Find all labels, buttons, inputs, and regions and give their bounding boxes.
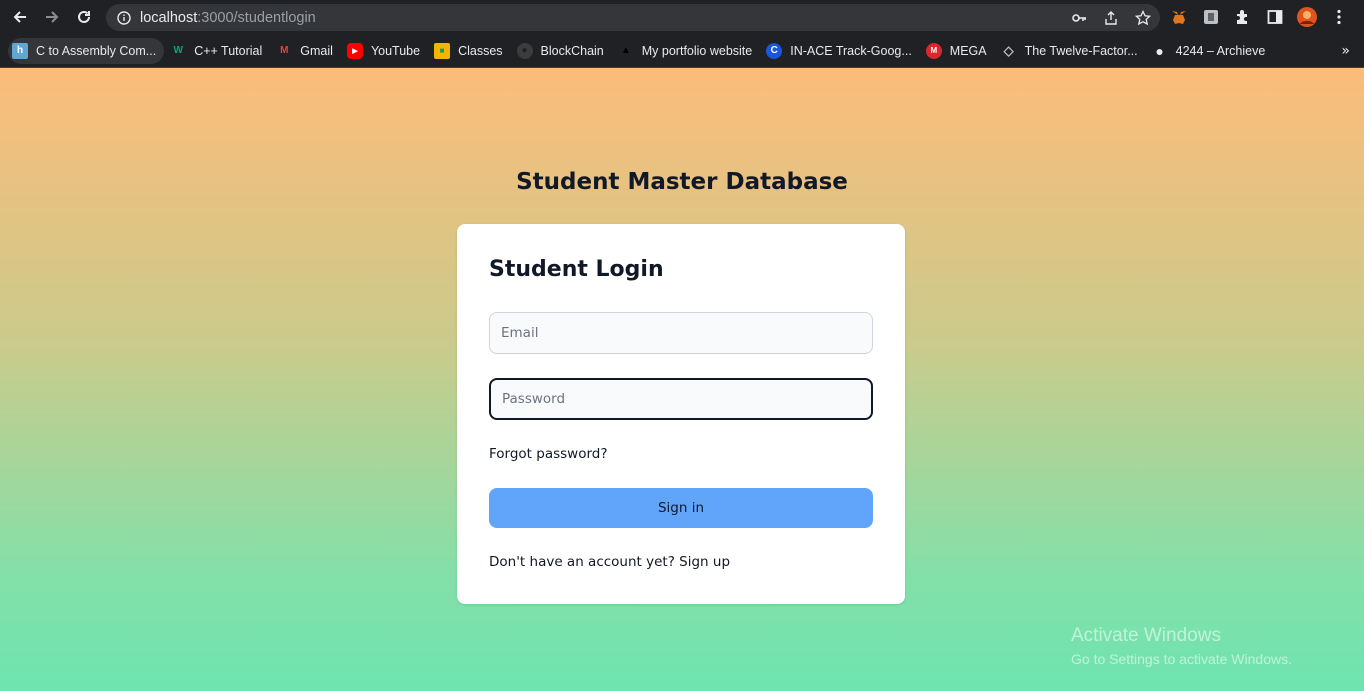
windows-activation-title: Activate Windows	[1071, 625, 1221, 646]
bookmark-mega[interactable]: M MEGA	[922, 38, 995, 64]
youtube-icon: ▶	[346, 42, 363, 59]
bookmark-label: The Twelve-Factor...	[1024, 43, 1138, 58]
bookmark-label: C to Assembly Com...	[36, 43, 157, 58]
bookmark-label: BlockChain	[540, 43, 604, 58]
metamask-extension-icon[interactable]	[1168, 6, 1190, 28]
share-icon[interactable]	[1102, 9, 1120, 27]
more-menu-icon[interactable]	[1328, 6, 1350, 28]
inace-icon: C	[766, 42, 783, 59]
godbolt-icon: h	[12, 42, 28, 59]
email-field[interactable]	[489, 312, 873, 354]
address-bar[interactable]: localhost:3000/studentlogin	[106, 4, 1160, 31]
url-host: localhost	[140, 9, 198, 26]
bookmark-label: C++ Tutorial	[194, 43, 263, 58]
bookmark-youtube[interactable]: ▶ YouTube	[343, 38, 428, 64]
extension-icon[interactable]	[1200, 6, 1222, 28]
bookmark-label: Gmail	[300, 43, 333, 58]
bookmarks-overflow-button[interactable]: »	[1341, 34, 1350, 68]
bookmark-label: MEGA	[949, 43, 987, 58]
forgot-password-link[interactable]: Forgot password?	[489, 446, 608, 462]
mega-icon: M	[925, 42, 942, 59]
signup-prompt-text: Don't have an account yet?	[489, 554, 675, 570]
gmail-icon: M	[280, 45, 289, 56]
sign-in-button[interactable]: Sign in	[489, 488, 873, 528]
bookmark-portfolio[interactable]: ▲ My portfolio website	[614, 38, 760, 64]
bookmark-cpp-tutorial[interactable]: W C++ Tutorial	[166, 38, 270, 64]
site-info-icon[interactable]	[116, 10, 132, 26]
bookmark-classes[interactable]: ■ Classes	[430, 38, 510, 64]
browser-toolbar: localhost:3000/studentlogin	[0, 0, 1364, 34]
signup-prompt: Don't have an account yet? Sign up	[489, 554, 730, 570]
bookmark-4244-archieve[interactable]: ● 4244 – Archieve	[1148, 38, 1274, 64]
bookmark-label: IN-ACE Track-Goog...	[790, 43, 912, 58]
bookmark-label: My portfolio website	[641, 43, 753, 58]
key-icon[interactable]	[1070, 9, 1088, 27]
url-path: :3000/studentlogin	[197, 9, 316, 26]
sign-up-link[interactable]: Sign up	[679, 554, 730, 570]
windows-activation-subtitle: Go to Settings to activate Windows.	[1071, 651, 1292, 667]
bookmark-gmail[interactable]: M Gmail	[272, 38, 341, 64]
star-icon[interactable]	[1134, 9, 1152, 27]
reload-button[interactable]	[68, 0, 100, 34]
twelve-factor-icon: ◇	[1003, 42, 1014, 58]
password-field[interactable]	[489, 378, 873, 420]
bookmark-twelve-factor[interactable]: ◇ The Twelve-Factor...	[997, 38, 1146, 64]
classroom-icon: ■	[434, 42, 451, 59]
w3-tutorial-icon: W	[173, 45, 183, 56]
bookmarks-bar: h C to Assembly Com... W C++ Tutorial M …	[0, 34, 1364, 68]
bookmark-label: Classes	[458, 43, 503, 58]
forward-button[interactable]	[36, 0, 68, 34]
globe-icon: ●	[1155, 42, 1164, 59]
side-panel-icon[interactable]	[1264, 6, 1286, 28]
profile-avatar-icon[interactable]	[1296, 6, 1318, 28]
portfolio-icon: ▲	[620, 45, 631, 56]
github-icon: ●	[516, 42, 533, 59]
bookmark-label: 4244 – Archieve	[1175, 43, 1266, 58]
page-title: Student Master Database	[516, 169, 848, 195]
bookmark-blockchain[interactable]: ● BlockChain	[513, 38, 612, 64]
bookmark-label: YouTube	[370, 43, 421, 58]
login-card: Student Login Forgot password? Sign in D…	[457, 224, 905, 604]
bookmark-inace-track[interactable]: C IN-ACE Track-Goog...	[762, 38, 920, 64]
reload-icon	[78, 10, 90, 23]
forward-arrow-icon	[46, 11, 59, 23]
page-background: Student Master Database Student Login Fo…	[0, 68, 1364, 691]
back-button[interactable]	[4, 0, 36, 34]
login-heading: Student Login	[489, 257, 664, 282]
back-arrow-icon	[13, 11, 26, 23]
puzzle-extensions-icon[interactable]	[1232, 6, 1254, 28]
bookmark-c-to-assembly[interactable]: h C to Assembly Com...	[8, 37, 165, 64]
